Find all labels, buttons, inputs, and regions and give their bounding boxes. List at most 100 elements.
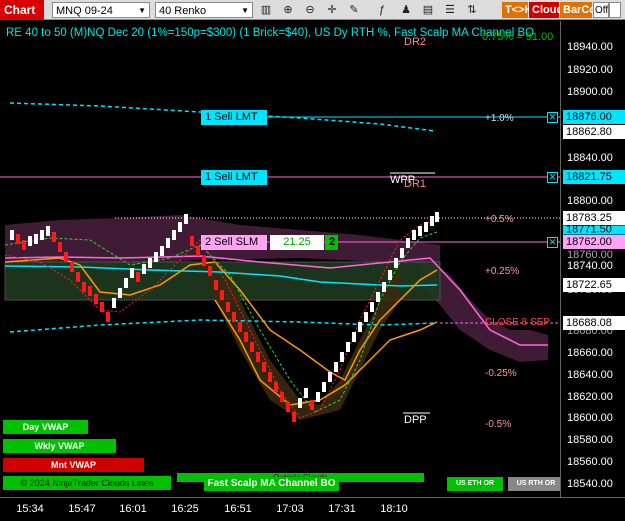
price-tick: 18940.00	[567, 41, 613, 53]
up-brick	[382, 282, 386, 292]
up-brick	[340, 352, 344, 362]
down-brick	[106, 312, 110, 322]
up-brick	[370, 302, 374, 312]
mnt-vwap-button[interactable]: Mnt VWAP	[3, 458, 144, 472]
time-tick: 18:10	[380, 503, 408, 515]
up-brick	[46, 226, 50, 236]
price-tick: 18840.00	[567, 152, 613, 164]
bar-type-selector[interactable]: 40 Renko ▼	[155, 2, 253, 18]
off-toggle[interactable]	[609, 2, 621, 18]
zoom-in-icon[interactable]: ⊕	[280, 2, 296, 18]
down-brick	[292, 412, 296, 422]
barco-button[interactable]: BarCo	[560, 2, 596, 18]
fast-scalp-button[interactable]: Fast Scalp MA Channel BO	[204, 477, 339, 491]
bar-style-icon[interactable]: ▥	[258, 2, 274, 18]
chart-toolbar: Chart MNQ 09-24 ▼ 40 Renko ▼ ▥ ⊕ ⊖ ✛ ✎ ƒ…	[0, 0, 625, 20]
sell-lmt-order-1[interactable]: 1 Sell LMT	[201, 110, 267, 125]
crosshair-icon[interactable]: ✛	[324, 2, 340, 18]
tk-button[interactable]: T<>K	[502, 2, 533, 18]
up-brick	[298, 398, 302, 408]
up-brick	[346, 342, 350, 352]
wkly-vwap-button[interactable]: Wkly VWAP	[3, 439, 116, 453]
templates-icon[interactable]: ▤	[420, 2, 436, 18]
price-tick: 18640.00	[567, 369, 613, 381]
pct-plus-025-label: +0.25%	[485, 266, 520, 277]
chart-trader-icon[interactable]: ⇅	[464, 2, 480, 18]
down-brick	[208, 266, 212, 276]
price-box-or-mid: 18722.65	[563, 278, 625, 292]
instrument-value: MNQ 09-24	[56, 5, 113, 17]
instrument-selector[interactable]: MNQ 09-24 ▼	[52, 2, 150, 18]
sell-slm-order[interactable]: 2 Sell SLM	[201, 235, 267, 250]
close-8sep-label: CLOSE 8 SEP	[485, 317, 551, 328]
price-box-sell-lmt-2: 18821.75	[563, 170, 625, 184]
bar-type-value: 40 Renko	[159, 5, 207, 17]
price-tick: 18660.00	[567, 347, 613, 359]
us-eth-or-button[interactable]: US ETH OR	[447, 477, 503, 491]
down-brick	[214, 280, 218, 290]
down-brick	[196, 246, 200, 256]
up-brick	[352, 332, 356, 342]
price-tick: 18600.00	[567, 412, 613, 424]
indicators-icon[interactable]: ƒ	[374, 2, 390, 18]
down-brick	[76, 272, 80, 282]
up-brick	[424, 222, 428, 232]
price-axis[interactable]: 18940.00 18920.00 18900.00 18860.00 1884…	[560, 21, 625, 497]
price-box-sell-lmt-1: 18876.00	[563, 110, 625, 124]
up-brick	[10, 230, 14, 240]
strategies-icon[interactable]: ♟	[398, 2, 414, 18]
close-order-icon[interactable]: ✕	[547, 237, 558, 248]
down-brick	[58, 242, 62, 252]
cloud-button[interactable]: Cloud	[529, 2, 563, 18]
time-tick: 16:51	[224, 503, 252, 515]
down-brick	[238, 322, 242, 332]
pencil-icon[interactable]: ✎	[346, 2, 362, 18]
down-brick	[286, 402, 290, 412]
pct-plus-1-label: +1.0%	[485, 113, 514, 124]
price-box-sell-slm: 18762.00	[563, 235, 625, 249]
close-order-icon[interactable]: ✕	[547, 172, 558, 183]
up-brick	[376, 292, 380, 302]
up-brick	[328, 372, 332, 382]
up-brick	[435, 212, 439, 222]
sell-lmt-order-2[interactable]: 1 Sell LMT	[201, 170, 267, 185]
down-brick	[64, 252, 68, 262]
down-brick	[94, 294, 98, 304]
chevron-down-icon: ▼	[138, 6, 146, 15]
off-toggle-label[interactable]: Off	[593, 2, 609, 18]
up-brick	[148, 258, 152, 268]
us-rth-or-button[interactable]: US RTH OR	[508, 477, 564, 491]
zoom-out-icon[interactable]: ⊖	[302, 2, 318, 18]
up-brick	[130, 268, 134, 278]
price-tick: 18800.00	[567, 195, 613, 207]
time-axis[interactable]: 15:34 15:47 16:01 16:25 16:51 17:03 17:3…	[0, 497, 625, 521]
up-brick	[334, 362, 338, 372]
sell-slm-price[interactable]: 21.25	[270, 235, 324, 250]
up-brick	[364, 312, 368, 322]
price-tick: 18900.00	[567, 86, 613, 98]
sell-slm-count[interactable]: 2	[325, 235, 338, 250]
up-brick	[166, 238, 170, 248]
up-brick	[394, 258, 398, 268]
chevron-down-icon: ▼	[241, 6, 249, 15]
down-brick	[268, 372, 272, 382]
price-tick: 18560.00	[567, 456, 613, 468]
chart-tab[interactable]: Chart	[0, 0, 44, 20]
up-brick	[160, 246, 164, 256]
time-tick: 17:31	[328, 503, 356, 515]
time-tick: 16:01	[119, 503, 147, 515]
close-order-icon[interactable]: ✕	[547, 112, 558, 123]
down-brick	[280, 392, 284, 402]
up-brick	[400, 248, 404, 258]
price-tick: 18540.00	[567, 478, 613, 490]
down-brick	[202, 256, 206, 266]
day-vwap-button[interactable]: Day VWAP	[3, 420, 88, 434]
dpp-label: DPP	[404, 414, 427, 426]
chart-panel[interactable]: RE 40 to 50 (M)NQ Dec 20 (1%=150p=$300) …	[0, 21, 564, 497]
properties-icon[interactable]: ☰	[442, 2, 458, 18]
up-brick	[418, 226, 422, 236]
price-tick: 18740.00	[567, 260, 613, 272]
down-brick	[82, 282, 86, 292]
time-tick: 17:03	[276, 503, 304, 515]
down-brick	[262, 362, 266, 372]
